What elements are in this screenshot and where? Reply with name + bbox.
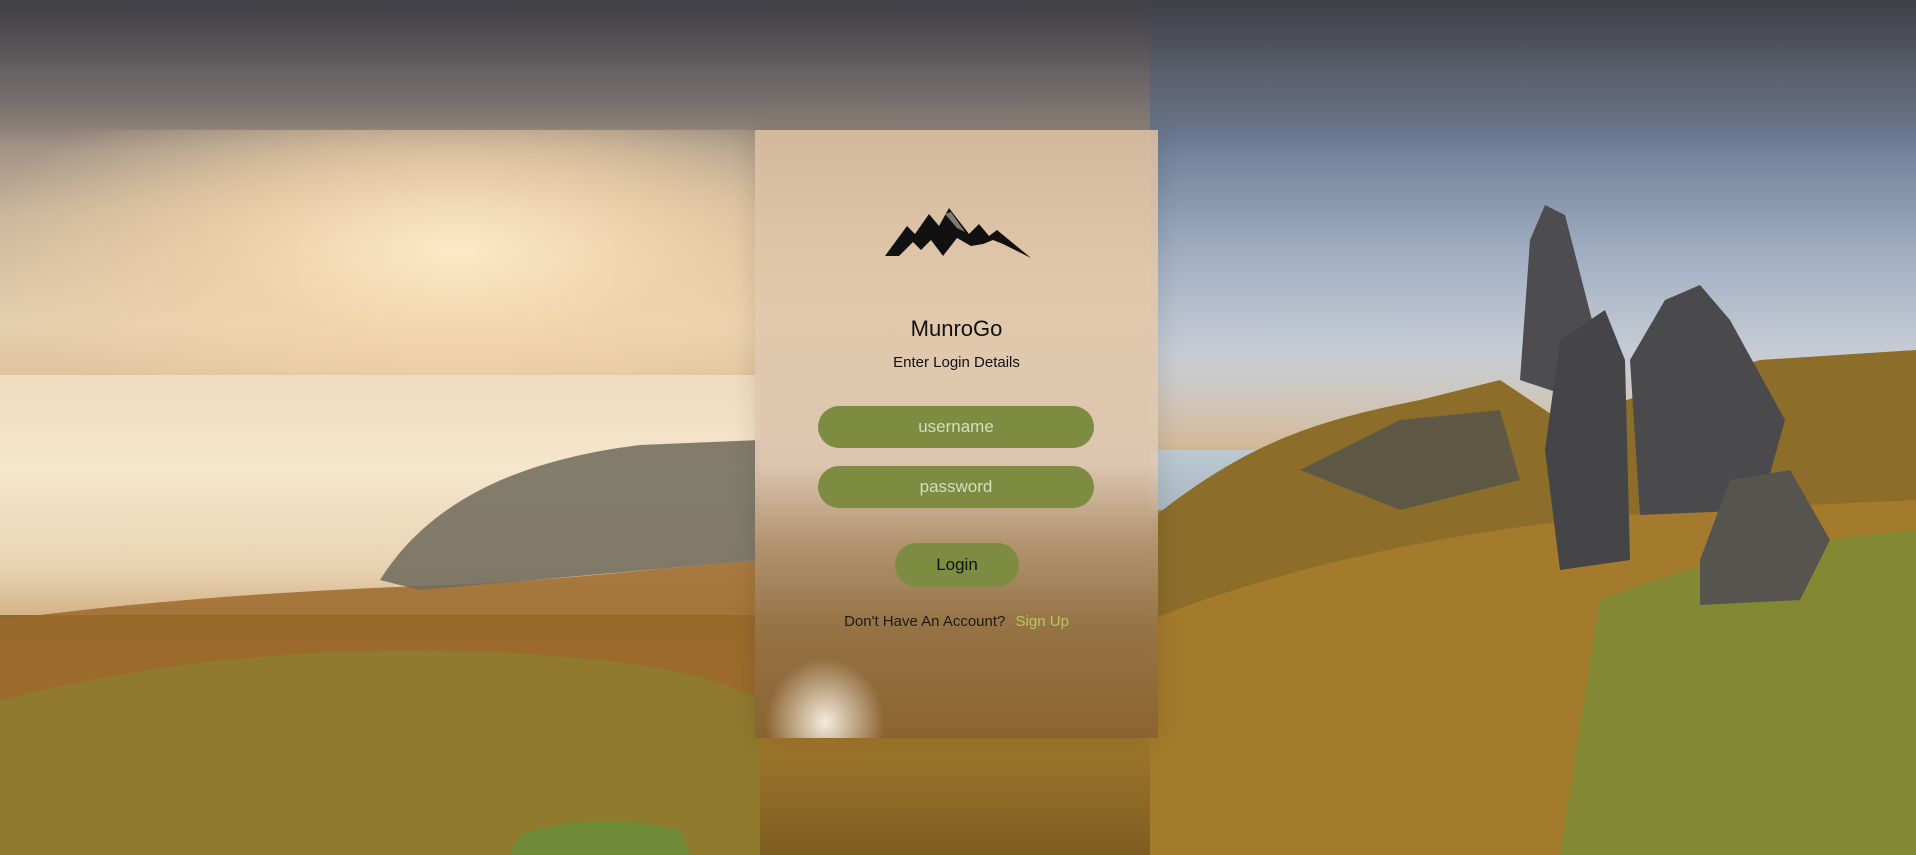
login-subtitle: Enter Login Details <box>893 354 1020 371</box>
mountain-logo-icon <box>885 208 1031 258</box>
app-title: MunroGo <box>910 316 1003 341</box>
signup-prompt: Don't Have An Account? <box>844 613 1006 630</box>
signup-row: Don't Have An Account? Sign Up <box>755 613 1158 630</box>
password-field[interactable] <box>818 466 1094 508</box>
card-glow <box>765 658 885 738</box>
username-field[interactable] <box>818 406 1094 448</box>
login-button[interactable]: Login <box>895 543 1019 587</box>
login-card: MunroGo Enter Login Details Login Don't … <box>755 130 1158 738</box>
background-landscape: MunroGo Enter Login Details Login Don't … <box>0 0 1916 855</box>
signup-link[interactable]: Sign Up <box>1016 613 1069 630</box>
